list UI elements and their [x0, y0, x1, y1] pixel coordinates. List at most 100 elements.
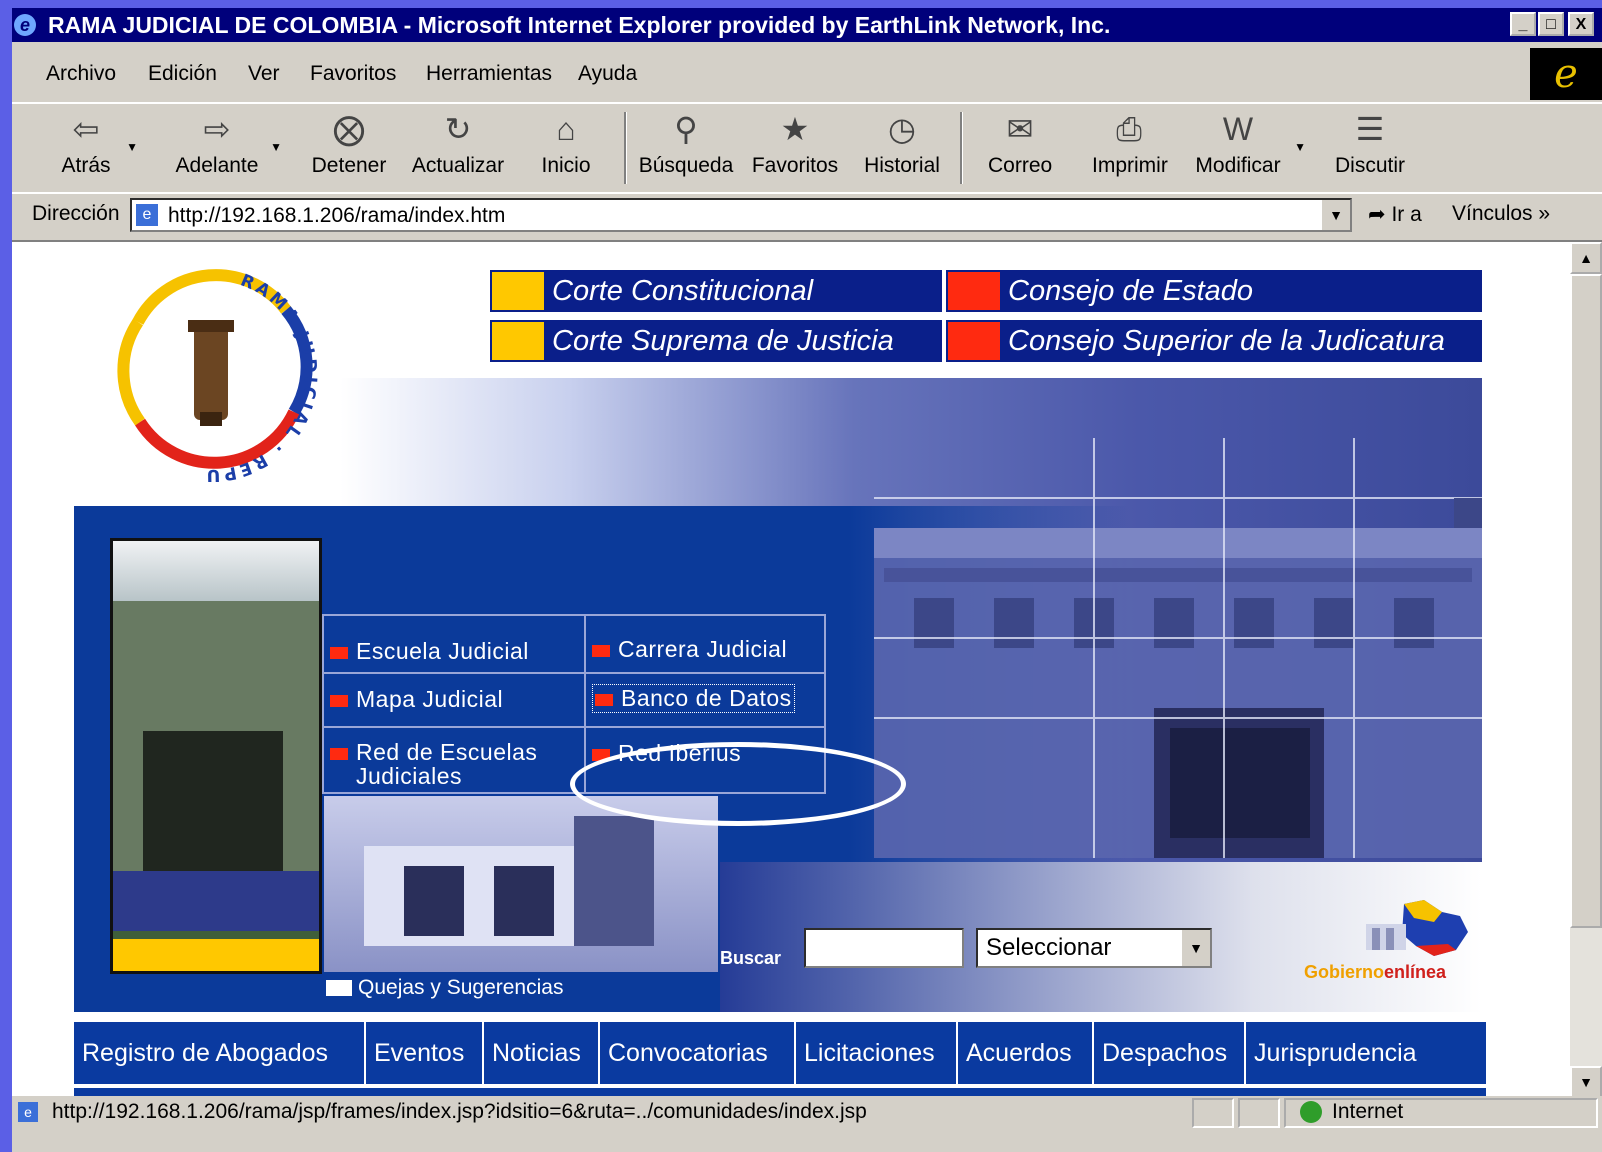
envelope-icon	[326, 980, 352, 997]
nav-square-icon	[492, 272, 544, 310]
toolbar: ⇦ Atrás ▼ ⇨ Adelante ▼ ⨂ Detener ↻ Actua…	[12, 104, 1602, 194]
chevron-right-icon: »	[1538, 202, 1551, 225]
browser-window: e RAMA JUDICIAL DE COLOMBIA - Microsoft …	[12, 8, 1602, 1152]
nav-convocatorias[interactable]: Convocatorias	[600, 1022, 796, 1084]
nav-acuerdos[interactable]: Acuerdos	[958, 1022, 1094, 1084]
scroll-thumb[interactable]	[1570, 274, 1602, 928]
scroll-up-icon[interactable]: ▲	[1570, 242, 1602, 274]
scroll-down-icon[interactable]: ▼	[1570, 1066, 1602, 1098]
mail-button[interactable]: ✉ Correo	[988, 110, 1052, 178]
minimize-button[interactable]: _	[1510, 12, 1536, 36]
print-button[interactable]: ⎙ Imprimir	[1092, 110, 1168, 178]
forward-button[interactable]: ⇨ Adelante ▼	[174, 110, 282, 178]
menu-archivo[interactable]: Archivo	[46, 62, 116, 86]
building-photo	[110, 538, 322, 974]
palace-building-image	[874, 438, 1482, 858]
toolbar-separator	[960, 112, 963, 184]
back-arrow-icon: ⇦	[72, 111, 100, 147]
globe-icon	[1300, 1101, 1322, 1124]
forward-dropdown-icon[interactable]: ▼	[270, 140, 282, 154]
nav-square-icon	[492, 322, 544, 360]
discuss-button[interactable]: ☰ Discutir	[1332, 110, 1408, 178]
menu-edicion[interactable]: Edición	[148, 62, 217, 86]
nav-consejo-estado[interactable]: Consejo de Estado	[946, 270, 1482, 312]
gobierno-en-linea-logo[interactable]: Gobiernoenlínea	[1304, 898, 1482, 998]
toolbar-separator	[624, 112, 627, 184]
hero-banner: Escuela Judicial Carrera Judicial Mapa J…	[74, 378, 1482, 1012]
history-icon: ◷	[888, 111, 916, 147]
nav-square-icon	[948, 322, 1000, 360]
site-select[interactable]: Seleccionar ▼	[976, 928, 1212, 968]
word-edit-icon: W	[1222, 111, 1254, 147]
nav-consejo-superior[interactable]: Consejo Superior de la Judicatura	[946, 320, 1482, 362]
home-icon: ⌂	[556, 111, 576, 147]
menu-banco-datos[interactable]: Banco de Datos	[592, 684, 795, 713]
history-button[interactable]: ◷ Historial	[862, 110, 942, 178]
go-arrow-icon: ➦	[1368, 203, 1392, 226]
edit-button[interactable]: W Modificar ▼	[1192, 110, 1306, 178]
favorites-folder-icon: ★	[780, 111, 810, 147]
go-button[interactable]: ➦ Ir a	[1368, 202, 1422, 227]
stop-button[interactable]: ⨂ Detener	[310, 110, 388, 178]
menu-ayuda[interactable]: Ayuda	[578, 62, 637, 86]
address-url[interactable]: http://192.168.1.206/rama/index.htm	[168, 204, 505, 228]
page-icon: e	[136, 204, 158, 226]
page-icon: e	[18, 1102, 38, 1122]
address-label: Dirección	[32, 202, 120, 225]
discuss-icon: ☰	[1355, 111, 1385, 147]
close-button[interactable]: X	[1568, 12, 1594, 36]
nav-corte-suprema[interactable]: Corte Suprema de Justicia	[490, 320, 942, 362]
vertical-scrollbar[interactable]: ▲ ▼	[1570, 242, 1602, 1098]
nav-despachos[interactable]: Despachos	[1094, 1022, 1246, 1084]
nav-noticias[interactable]: Noticias	[484, 1022, 600, 1084]
menu-escuela-judicial[interactable]: Escuela Judicial	[330, 638, 529, 665]
title-bar: e RAMA JUDICIAL DE COLOMBIA - Microsoft …	[12, 8, 1602, 42]
search-label: Buscar	[720, 948, 782, 968]
colombia-map-icon	[1366, 900, 1468, 956]
address-input[interactable]: e http://192.168.1.206/rama/index.htm ▼	[130, 198, 1352, 232]
refresh-icon: ↻	[444, 111, 472, 147]
site-search-input[interactable]	[804, 928, 964, 968]
stop-icon: ⨂	[333, 111, 365, 147]
security-zone: Internet	[1300, 1100, 1403, 1124]
status-url: http://192.168.1.206/rama/jsp/frames/ind…	[52, 1100, 867, 1123]
bottom-nav: Registro de Abogados Eventos Noticias Co…	[74, 1022, 1486, 1098]
nav-licitaciones[interactable]: Licitaciones	[796, 1022, 958, 1084]
highlight-ellipse	[570, 742, 906, 826]
back-button[interactable]: ⇦ Atrás ▼	[56, 110, 138, 178]
search-button[interactable]: ⚲ Búsqueda	[636, 110, 736, 178]
small-building-image	[324, 796, 718, 972]
edit-dropdown-icon[interactable]: ▼	[1294, 140, 1306, 154]
print-icon: ⎙	[1116, 111, 1142, 147]
top-nav: Corte Constitucional Consejo de Estado C…	[490, 270, 1482, 366]
nav-eventos[interactable]: Eventos	[366, 1022, 484, 1084]
maximize-button[interactable]: □	[1538, 12, 1564, 36]
nav-corte-constitucional[interactable]: Corte Constitucional	[490, 270, 942, 312]
page-content: RAMA JUDICIAL · REPÚBLICA DE COLOMBIA · …	[12, 240, 1602, 1098]
back-dropdown-icon[interactable]: ▼	[126, 140, 138, 154]
home-button[interactable]: ⌂ Inicio	[536, 110, 596, 178]
links-button[interactable]: Vínculos »	[1452, 202, 1550, 226]
menu-bar: Archivo Edición Ver Favoritos Herramient…	[12, 42, 1602, 104]
search-icon: ⚲	[674, 111, 698, 147]
quejas-link[interactable]: Quejas y Sugerencias	[326, 976, 563, 1000]
status-bar: e http://192.168.1.206/rama/jsp/frames/i…	[12, 1096, 1602, 1152]
menu-ver[interactable]: Ver	[248, 62, 280, 86]
ie-logo-icon: e	[14, 14, 36, 36]
address-bar: Dirección e http://192.168.1.206/rama/in…	[12, 194, 1602, 238]
forward-arrow-icon: ⇨	[203, 111, 231, 147]
refresh-button[interactable]: ↻ Actualizar	[410, 110, 506, 178]
menu-carrera-judicial[interactable]: Carrera Judicial	[592, 636, 787, 663]
chevron-down-icon[interactable]: ▼	[1180, 930, 1210, 966]
menu-red-escuelas[interactable]: Red de Escuelas Judiciales	[330, 740, 537, 788]
menu-favoritos[interactable]: Favoritos	[310, 62, 396, 86]
menu-mapa-judicial[interactable]: Mapa Judicial	[330, 686, 503, 713]
nav-jurisprudencia[interactable]: Jurisprudencia	[1246, 1022, 1486, 1084]
mail-icon: ✉	[1006, 111, 1034, 147]
nav-registro-abogados[interactable]: Registro de Abogados	[74, 1022, 366, 1084]
address-dropdown-icon[interactable]: ▼	[1320, 200, 1350, 230]
browser-throbber-icon: e	[1530, 48, 1602, 100]
window-title: RAMA JUDICIAL DE COLOMBIA - Microsoft In…	[48, 12, 1111, 38]
favorites-button[interactable]: ★ Favoritos	[750, 110, 840, 178]
menu-herramientas[interactable]: Herramientas	[426, 62, 552, 86]
